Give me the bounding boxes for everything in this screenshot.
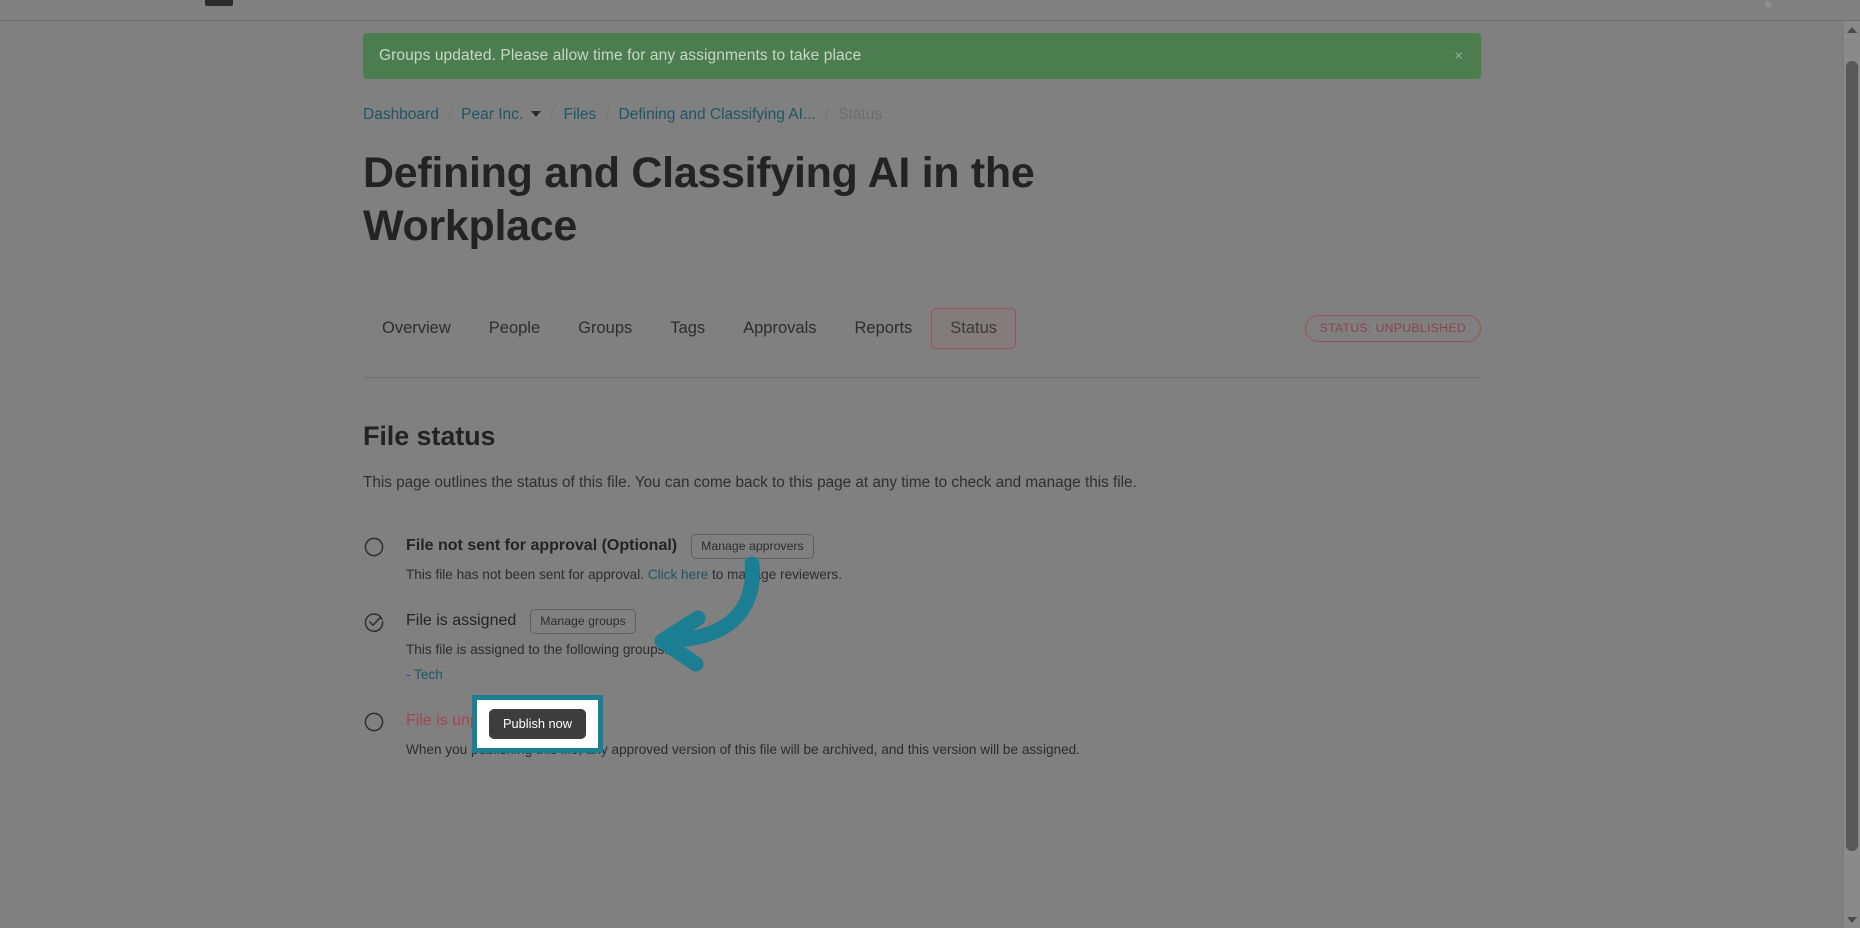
manage-groups-button[interactable]: Manage groups	[530, 608, 636, 634]
chevron-down-icon[interactable]	[531, 111, 542, 117]
breadcrumb-item-file[interactable]: Defining and Classifying AI...	[619, 106, 816, 124]
breadcrumb-item-files[interactable]: Files	[563, 106, 596, 124]
page-root: Groups updated. Please allow time for an…	[0, 0, 1860, 928]
status-list-item: File not sent for approval (Optional) Ma…	[363, 533, 1481, 582]
alert-message: Groups updated. Please allow time for an…	[379, 47, 862, 64]
circle-check-icon	[363, 611, 385, 633]
section-description: This page outlines the status of this fi…	[363, 474, 1137, 492]
publish-now-highlight-box: Publish now	[472, 695, 604, 754]
browser-chrome-dot-icon	[1765, 1, 1772, 8]
browser-tab-stub[interactable]	[205, 0, 233, 6]
browser-chrome-strip	[0, 0, 1860, 21]
tab-bar: Overview People Groups Tags Approvals Re…	[363, 307, 1017, 349]
status-item-label: File not sent for approval (Optional)	[406, 537, 678, 555]
tab-overview[interactable]: Overview	[363, 308, 470, 349]
scroll-up-arrow-icon[interactable]	[1844, 21, 1860, 38]
publish-now-button[interactable]: Publish now	[489, 709, 587, 740]
assigned-group-item[interactable]: - Tech	[406, 667, 1481, 682]
click-here-link[interactable]: Click here	[648, 567, 708, 582]
breadcrumb-separator: /	[824, 106, 830, 123]
alert-close-icon[interactable]: ×	[1450, 47, 1467, 66]
vertical-scrollbar[interactable]	[1843, 21, 1860, 928]
status-item-header: File is assigned Manage groups	[406, 608, 1481, 634]
status-list-item: File is assigned Manage groups This file…	[363, 608, 1481, 682]
section-divider	[363, 377, 1481, 378]
status-item-header: File not sent for approval (Optional) Ma…	[406, 533, 1481, 559]
status-item-description: This file is assigned to the following g…	[406, 642, 669, 658]
tab-approvals[interactable]: Approvals	[724, 308, 835, 349]
status-item-body: File not sent for approval (Optional) Ma…	[406, 533, 1481, 582]
scrollbar-thumb[interactable]	[1846, 61, 1858, 851]
status-badge: STATUS: UNPUBLISHED	[1304, 314, 1481, 342]
circle-empty-icon	[363, 711, 385, 733]
page-title: Defining and Classifying AI in the Workp…	[363, 149, 1035, 250]
circle-empty-icon	[363, 536, 385, 558]
main-content: Groups updated. Please allow time for an…	[363, 21, 1481, 784]
tab-reports[interactable]: Reports	[836, 308, 932, 349]
scroll-down-arrow-icon[interactable]	[1844, 911, 1860, 928]
status-item-description-text-tail: to manage reviewers.	[708, 567, 842, 583]
breadcrumb-separator: /	[447, 106, 453, 123]
tab-tags[interactable]: Tags	[651, 308, 724, 349]
breadcrumb-item-status: Status	[838, 106, 883, 123]
breadcrumb-separator: /	[605, 106, 610, 123]
section-title-file-status: File status	[363, 421, 496, 451]
breadcrumb-item-dashboard[interactable]: Dashboard	[363, 106, 439, 124]
status-item-description-text: This file has not been sent for approval…	[406, 567, 648, 583]
status-item-body: File is assigned Manage groups This file…	[406, 608, 1481, 682]
tab-status[interactable]: Status	[931, 307, 1017, 349]
tabs-row: Overview People Groups Tags Approvals Re…	[363, 307, 1481, 349]
status-item-body: File is unpublished When you publishing …	[406, 695, 1481, 757]
status-item-label: File is assigned	[406, 612, 517, 630]
breadcrumb: Dashboard / Pear Inc. / Files / Defining…	[363, 105, 1481, 125]
status-list-item: File is unpublished When you publishing …	[363, 695, 1481, 757]
alert-banner: Groups updated. Please allow time for an…	[363, 33, 1481, 79]
manage-approvers-button[interactable]: Manage approvers	[691, 533, 814, 559]
status-list: File not sent for approval (Optional) Ma…	[363, 533, 1481, 757]
tab-people[interactable]: People	[470, 308, 559, 349]
status-item-description: This file has not been sent for approval…	[406, 567, 1481, 582]
breadcrumb-separator: /	[550, 106, 555, 123]
breadcrumb-item-pear-inc[interactable]: Pear Inc.	[461, 106, 523, 124]
tab-groups[interactable]: Groups	[559, 308, 651, 349]
